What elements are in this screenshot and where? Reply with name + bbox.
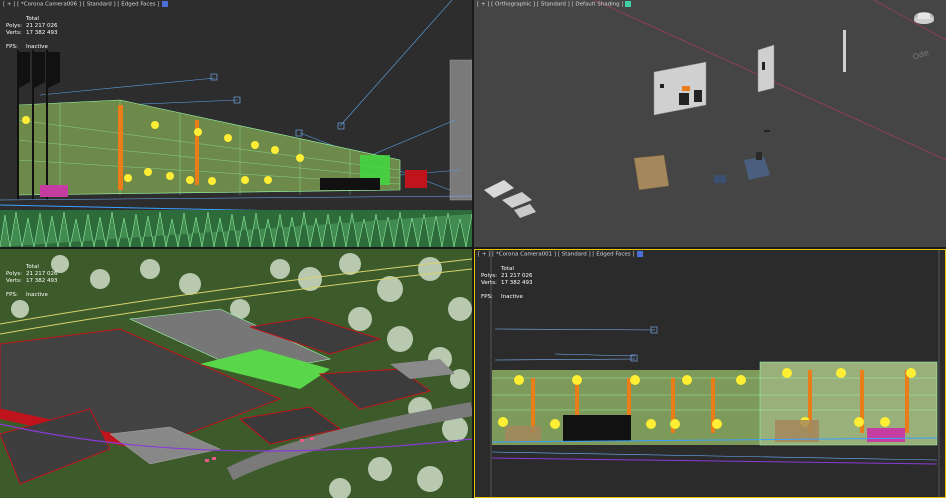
viewport-label-top-left[interactable]: [ + ] [ *Corona Camera006 ] [ Standard ]… xyxy=(3,1,168,8)
viewport-label-top-right[interactable]: [ + ] [ Orthographic ] [ Standard ] [ De… xyxy=(477,1,632,8)
viewcube-icon[interactable] xyxy=(912,10,936,30)
stats-overlay-bottom-right: Total Polys: 21 217 026 Verts: 17 382 493 … xyxy=(481,266,533,300)
camera-view-scene xyxy=(0,0,472,247)
viewport-camera-top-left[interactable]: [ + ] [ *Corona Camera006 ] [ Standard ]… xyxy=(0,0,472,247)
viewport-label-bottom-right[interactable]: [ + ] [ *Corona Camera001 ] [ Standard ]… xyxy=(478,251,643,258)
perspective-view-scene xyxy=(0,249,472,498)
viewport-camera-bottom-right[interactable]: [ + ] [ *Corona Camera001 ] [ Standard ]… xyxy=(474,249,946,498)
viewport-color-swatch xyxy=(161,1,168,7)
viewport-grid: [ + ] [ *Corona Camera006 ] [ Standard ]… xyxy=(0,0,946,498)
stats-overlay-bottom-left: Total Polys: 21 217 026 Verts: 17 382 493 … xyxy=(6,264,58,298)
viewport-perspective-bottom-left[interactable]: Total Polys: 21 217 026 Verts: 17 382 493 … xyxy=(0,249,472,498)
viewport-color-swatch xyxy=(636,251,643,257)
camera-view-scene-front xyxy=(475,250,945,497)
stats-overlay-top-left: Total Polys: 21 217 026 Verts: 17 382 493 … xyxy=(6,16,58,50)
viewport-color-swatch xyxy=(625,1,632,7)
viewport-orthographic-top-right[interactable]: Ode [ + ] [ Orthographic ] [ Standard ] … xyxy=(474,0,946,247)
orthographic-view-scene: Ode xyxy=(474,0,946,247)
